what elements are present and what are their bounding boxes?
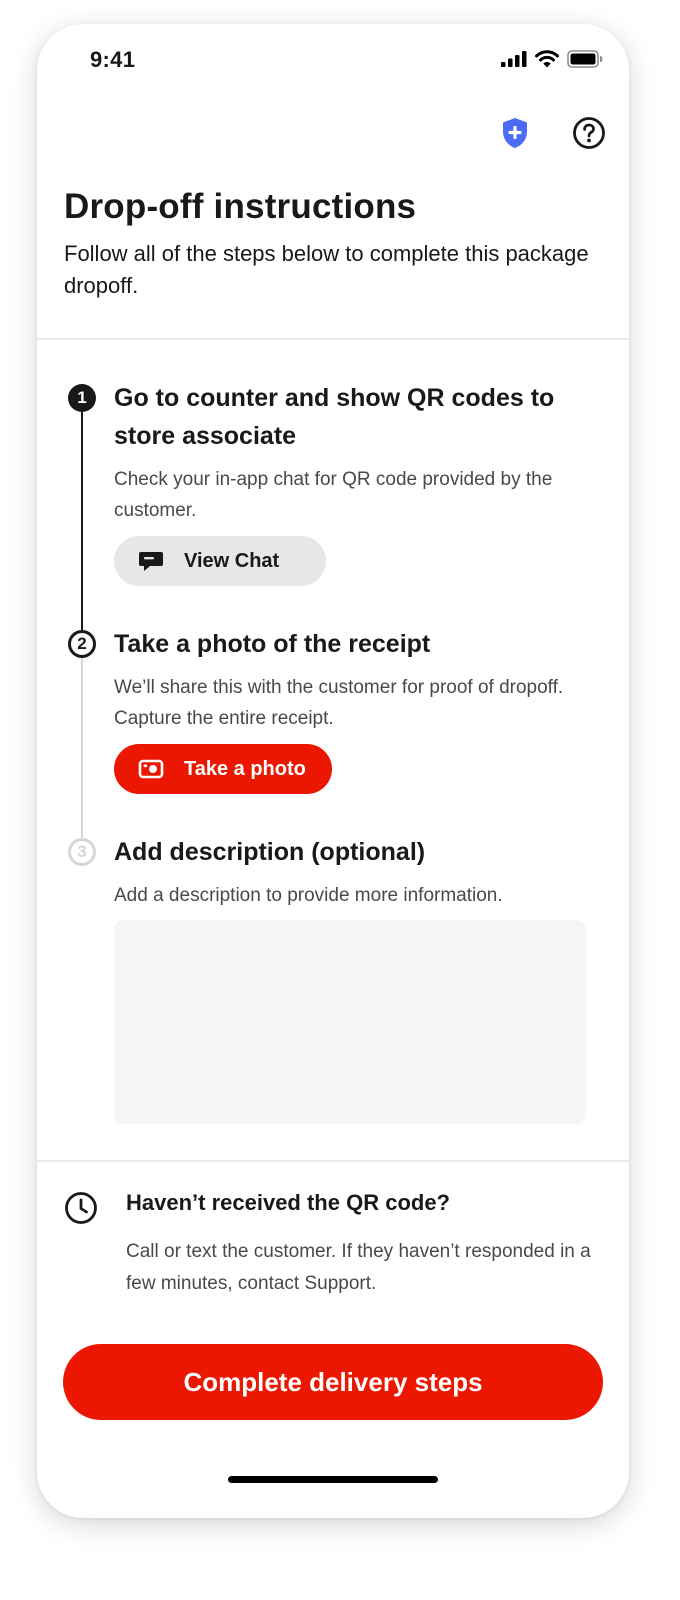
view-chat-label: View Chat (184, 549, 280, 572)
home-indicator (228, 1476, 438, 1483)
help-icon[interactable] (572, 116, 606, 155)
step-title-2: Take a photo of the receipt (114, 630, 431, 658)
page-title: Drop-off instructions (64, 187, 417, 226)
step-connector-1 (81, 412, 83, 630)
step-number-3: 3 (68, 838, 96, 866)
step-number-2: 2 (68, 630, 96, 658)
view-chat-button[interactable]: View Chat (114, 536, 326, 586)
step-body-1: Check your in-app chat for QR code provi… (114, 469, 553, 521)
status-time: 9:41 (90, 47, 136, 72)
status-icons (501, 50, 603, 68)
clock-icon (64, 1191, 98, 1230)
take-photo-button[interactable]: Take a photo (114, 744, 332, 794)
divider (37, 338, 629, 340)
phone-screen: 9:41 Drop-off instructions Follow all of… (37, 24, 629, 1518)
camera-icon (138, 758, 164, 780)
signal-icon (501, 51, 527, 67)
qr-help-body: Call or text the customer. If they haven… (126, 1241, 591, 1294)
step-number-1: 1 (68, 384, 96, 412)
step-body-3: Add a description to provide more inform… (114, 885, 503, 906)
wifi-icon (535, 50, 559, 68)
battery-icon (567, 50, 603, 68)
page-subtitle: Follow all of the steps below to complet… (64, 241, 589, 298)
shield-plus-icon[interactable] (499, 116, 531, 155)
complete-delivery-steps-button[interactable]: Complete delivery steps (63, 1344, 603, 1420)
step-title-3: Add description (optional) (114, 838, 426, 866)
divider (37, 1160, 629, 1162)
qr-help-title: Haven’t received the QR code? (126, 1190, 450, 1215)
step-title-1: Go to counter and show QR codes to store… (114, 384, 555, 450)
step-body-2: We’ll share this with the customer for p… (114, 677, 564, 729)
chat-bubble-icon (138, 549, 164, 573)
description-input[interactable] (114, 920, 586, 1124)
take-photo-label: Take a photo (184, 757, 306, 780)
step-connector-2 (81, 658, 83, 838)
